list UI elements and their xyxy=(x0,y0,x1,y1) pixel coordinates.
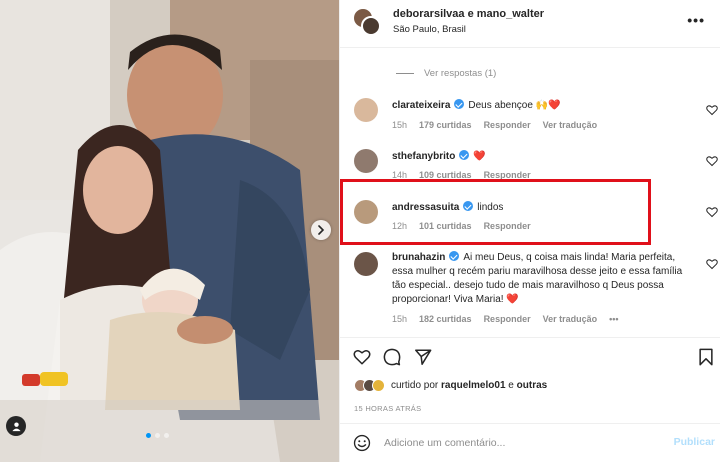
liked-by-connector: e xyxy=(505,380,517,391)
avatar[interactable] xyxy=(354,149,378,173)
reply-button[interactable]: Responder xyxy=(484,221,531,231)
avatar[interactable] xyxy=(361,16,381,36)
verified-icon xyxy=(463,201,474,211)
verified-icon xyxy=(449,251,460,261)
comments-panel: deborarsilvaa e mano_walter São Paulo, B… xyxy=(339,0,720,462)
tagged-users-button[interactable] xyxy=(6,416,26,436)
comment-meta: 12h 101 curtidas Responder xyxy=(392,221,531,231)
next-photo-button[interactable] xyxy=(311,220,331,240)
avatar[interactable] xyxy=(354,200,378,224)
like-heart-icon[interactable] xyxy=(353,348,371,366)
heart-icon[interactable] xyxy=(706,206,718,218)
comment-meta: 15h 182 curtidas Responder Ver tradução … xyxy=(392,314,619,324)
post-header: deborarsilvaa e mano_walter São Paulo, B… xyxy=(340,0,720,48)
heart-icon[interactable] xyxy=(706,104,718,116)
post-action-bar xyxy=(340,337,720,377)
comment-text: lindos xyxy=(477,202,504,213)
person-icon xyxy=(11,421,21,431)
comment-likes[interactable]: 109 curtidas xyxy=(419,170,472,180)
more-options-button[interactable]: ••• xyxy=(687,12,705,28)
chevron-right-icon xyxy=(318,225,325,235)
post-time[interactable]: 15 HORAS ATRÁS xyxy=(354,404,421,413)
comment-likes[interactable]: 179 curtidas xyxy=(419,120,472,130)
comment-meta: 14h 109 curtidas Responder xyxy=(392,170,531,180)
emoji-icon[interactable] xyxy=(353,434,371,452)
heart-icon[interactable] xyxy=(706,258,718,270)
post-location[interactable]: São Paulo, Brasil xyxy=(393,24,466,35)
avatar[interactable] xyxy=(354,252,378,276)
verified-icon xyxy=(454,99,465,109)
reply-button[interactable]: Responder xyxy=(484,170,531,180)
liked-by: curtido por raquelmelo01 e outras xyxy=(354,379,547,392)
publish-button[interactable]: Publicar xyxy=(674,436,715,448)
share-send-icon[interactable] xyxy=(414,348,432,366)
heart-icon[interactable] xyxy=(706,155,718,167)
liked-by-text: curtido por raquelmelo01 e outras xyxy=(391,380,547,391)
comment-text-row: andressasuita lindos xyxy=(392,201,692,215)
translate-button[interactable]: Ver tradução xyxy=(543,120,598,130)
post-photo[interactable] xyxy=(0,0,339,462)
comment-username[interactable]: sthefanybrito xyxy=(392,151,455,162)
comment-username[interactable]: brunahazin xyxy=(392,252,445,263)
add-comment-bar: Publicar xyxy=(340,423,720,462)
liked-by-prefix: curtido por xyxy=(391,380,442,391)
comment-bubble-icon[interactable] xyxy=(383,348,401,366)
verified-icon xyxy=(459,150,470,160)
comment-meta: 15h 179 curtidas Responder Ver tradução xyxy=(392,120,597,130)
comment-likes[interactable]: 101 curtidas xyxy=(419,221,472,231)
carousel-dot xyxy=(155,433,160,438)
avatar[interactable] xyxy=(372,379,385,392)
comment-text: ❤️ xyxy=(473,151,486,162)
comment-time[interactable]: 15h xyxy=(392,120,407,130)
view-replies-label: Ver respostas (1) xyxy=(424,68,497,79)
photo-scene xyxy=(0,0,339,462)
reply-button[interactable]: Responder xyxy=(484,314,531,324)
translate-button[interactable]: Ver tradução xyxy=(543,314,598,324)
comment-more-button[interactable]: ••• xyxy=(609,314,618,324)
carousel-dot xyxy=(164,433,169,438)
comment-text-row: clarateixeira Deus abençoe 🙌❤️ xyxy=(392,99,692,113)
post-usernames[interactable]: deborarsilvaa e mano_walter xyxy=(393,8,544,20)
comment-time[interactable]: 15h xyxy=(392,314,407,324)
liked-by-others[interactable]: outras xyxy=(517,380,548,391)
comment-time[interactable]: 14h xyxy=(392,170,407,180)
comment-username[interactable]: andressasuita xyxy=(392,202,459,213)
comment-text: Deus abençoe 🙌❤️ xyxy=(468,100,561,111)
comment-text-row: brunahazin Ai meu Deus, q coisa mais lind… xyxy=(392,251,697,307)
reply-button[interactable]: Responder xyxy=(484,120,531,130)
view-replies-link[interactable]: Ver respostas (1) xyxy=(396,68,496,79)
post-modal: deborarsilvaa e mano_walter São Paulo, B… xyxy=(0,0,720,462)
comment-username[interactable]: clarateixeira xyxy=(392,100,450,111)
bookmark-icon[interactable] xyxy=(697,348,715,366)
comment-text-row: sthefanybrito ❤️ xyxy=(392,150,692,164)
comment-input[interactable] xyxy=(384,434,644,452)
liked-by-user[interactable]: raquelmelo01 xyxy=(441,380,505,391)
carousel-dot xyxy=(146,433,151,438)
avatar[interactable] xyxy=(354,98,378,122)
comment-likes[interactable]: 182 curtidas xyxy=(419,314,472,324)
divider xyxy=(396,73,414,74)
comment-time[interactable]: 12h xyxy=(392,221,407,231)
carousel-dots xyxy=(146,433,169,438)
